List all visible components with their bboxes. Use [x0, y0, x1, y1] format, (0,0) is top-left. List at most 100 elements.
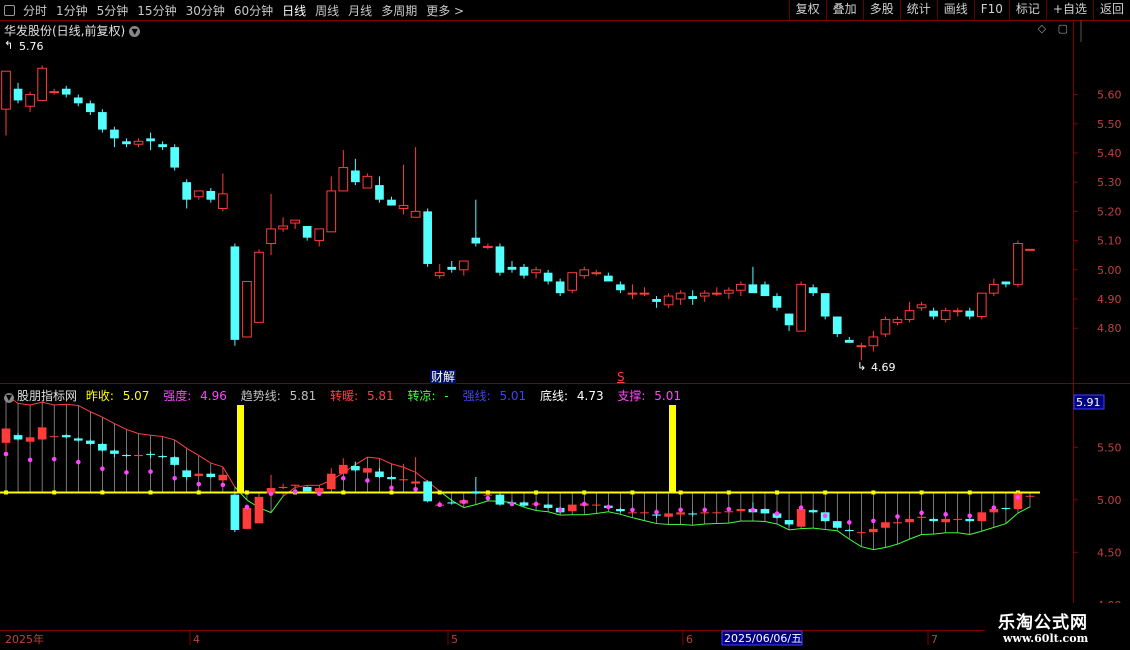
candle-body — [723, 289, 734, 294]
price-tick-label: 5.50 — [1097, 118, 1122, 131]
mini-candle-body — [941, 518, 951, 523]
chart-canvas[interactable]: 5.60 5.50 5.40 5.30 5.20 5.10 5.00 4.90 4.80 5.5… — [0, 0, 1130, 650]
candle-body — [579, 269, 590, 277]
trend-line-segment — [150, 434, 163, 438]
ind-zuoshou: 昨收: 5.07 — [85, 389, 150, 403]
mini-candle-body — [194, 473, 204, 476]
chart-frame — [0, 20, 1130, 650]
annotations: ↰ 5.76 ↳ 4.69 财 解 S — [4, 39, 896, 384]
trend-line-segment — [885, 543, 898, 548]
trend-line-segment — [909, 534, 922, 540]
strength-dot — [678, 507, 683, 513]
mini-candle-body — [977, 512, 987, 522]
strength-dot — [991, 505, 997, 510]
strength-dot — [124, 470, 129, 475]
strength-dot — [871, 518, 876, 524]
trend-line-segment — [957, 532, 970, 535]
trend-line-segment — [825, 528, 838, 532]
strength-dot — [3, 451, 9, 457]
price-tick-label: 5.40 — [1097, 147, 1122, 160]
mini-candle-body — [134, 454, 143, 457]
strength-dot — [292, 489, 298, 494]
indicator-toggle-icon[interactable]: ▼ — [4, 393, 14, 403]
candle-body — [242, 280, 252, 338]
ind-cool: 转凉: - — [407, 389, 449, 403]
indicator-axis: 5.505.004.504.005.91 — [1073, 394, 1122, 612]
candle-body — [880, 318, 891, 335]
mini-candle-body — [13, 435, 23, 440]
trend-line-segment — [391, 463, 404, 468]
ind-bottom: 底线: 4.73 — [540, 389, 604, 403]
strength-dot — [533, 501, 539, 507]
trend-line-segment — [114, 423, 127, 430]
event-cai-marker[interactable]: 财 — [431, 370, 443, 384]
candle-body — [458, 260, 469, 271]
date-axis: 2025年 4 5 6 7 2025/06/06/五 — [5, 630, 938, 646]
strength-dot — [27, 457, 33, 463]
candle-body — [410, 210, 421, 218]
prev-close-marker — [4, 490, 8, 495]
mini-candle-body — [640, 512, 649, 514]
candle-body — [627, 292, 638, 295]
mini-candle-body — [929, 518, 938, 522]
mini-candle-body — [423, 481, 432, 502]
strength-dot — [341, 475, 346, 481]
mini-candle-body — [712, 512, 722, 514]
mini-candle-body — [616, 509, 625, 512]
signal-bar — [669, 405, 676, 493]
strength-dot — [630, 507, 635, 513]
trend-line-segment — [969, 530, 982, 535]
candle-body — [218, 193, 228, 209]
event-jie-marker[interactable]: 解 — [443, 370, 455, 384]
high-arrow-icon: ↰ — [4, 39, 13, 52]
strength-dot — [654, 509, 659, 515]
indicator-name[interactable]: 股朋指标网 — [17, 389, 77, 403]
trend-line-segment — [993, 523, 1007, 528]
mini-candle-body — [399, 479, 408, 481]
mini-candle-body — [495, 494, 505, 505]
mini-candle-body — [146, 453, 155, 455]
candle-body — [940, 310, 951, 320]
candle-body — [98, 112, 107, 130]
candle-body — [146, 138, 155, 142]
mini-candle-body — [688, 513, 698, 515]
trend-line-segment — [126, 428, 139, 435]
strength-dot — [148, 469, 153, 474]
date-label: 5 — [451, 633, 458, 646]
candle-body — [1, 70, 11, 110]
mini-candle-body — [700, 512, 710, 514]
ind-qiangdu: 强度: 4.96 — [163, 389, 227, 403]
strength-dot — [750, 507, 756, 513]
mini-candle-body — [242, 507, 252, 529]
mini-candle-body — [110, 450, 119, 454]
candle-body — [133, 140, 144, 145]
mini-candle-body — [278, 486, 288, 489]
prev-close-marker — [919, 490, 924, 495]
candle-body — [362, 175, 373, 189]
trend-line-segment — [849, 538, 862, 548]
strength-dot — [172, 475, 177, 481]
candle-body — [423, 211, 432, 264]
trend-line-segment — [367, 456, 380, 459]
candle-body — [49, 91, 60, 94]
mini-candle-body — [206, 473, 216, 478]
candle-body — [170, 147, 179, 168]
mini-candle-body — [471, 491, 481, 494]
mini-candle-body — [302, 486, 312, 492]
mini-candle-body — [158, 456, 167, 458]
trend-line-segment — [728, 520, 741, 524]
trend-line-segment — [403, 466, 416, 473]
mini-candle-body — [1025, 495, 1035, 497]
mini-candle-body — [387, 477, 396, 480]
mini-candle-body — [567, 504, 577, 512]
candle-body — [302, 225, 312, 238]
indicator-panel — [0, 394, 1040, 551]
trend-line-segment — [632, 517, 645, 522]
trend-line-segment — [620, 513, 633, 519]
mini-candle-body — [591, 504, 601, 506]
candle-body — [868, 336, 879, 347]
trend-line-segment — [90, 411, 103, 418]
candle-body — [844, 339, 854, 343]
price-tick-label: 5.20 — [1097, 205, 1122, 218]
event-s-marker[interactable]: S — [617, 370, 625, 384]
